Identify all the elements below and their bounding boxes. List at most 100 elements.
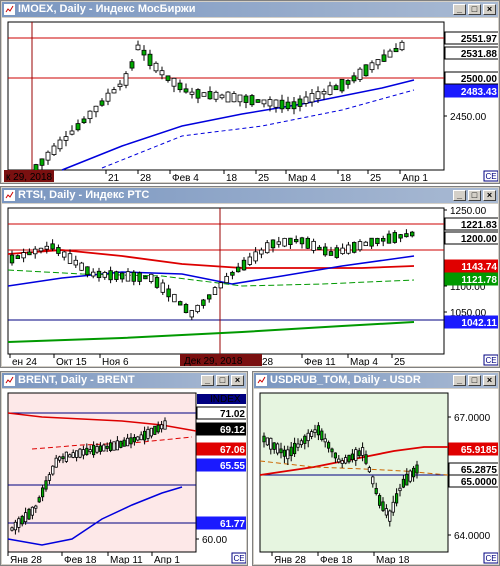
candle (392, 232, 397, 243)
imoex-close-button[interactable]: × (483, 4, 496, 15)
candle (350, 453, 354, 460)
candle (213, 91, 219, 100)
chart-window-icon (256, 375, 267, 386)
usdrub-date-label: Янв 28 (274, 555, 306, 564)
imoex-minimize-button[interactable]: _ (453, 4, 466, 15)
brent-maximize-button[interactable]: □ (216, 375, 229, 386)
usdrub-close-button[interactable]: × (483, 375, 496, 386)
imoex-chart[interactable]: 21 28 Фев 4 18 25 Мар 4 18 25 Апр 1 к 29, 2018 245… (2, 18, 498, 182)
candle (346, 244, 351, 254)
candle (264, 242, 270, 254)
candle (159, 70, 165, 76)
usdrub-maximize-button[interactable]: □ (468, 375, 481, 386)
candle (78, 448, 82, 458)
brent-chart[interactable]: Янв 28 Фев 18 Мар 11 Апр 1 INDEX 60.00 71.02 69… (2, 389, 246, 564)
candle (129, 61, 135, 69)
candle (321, 91, 327, 95)
imoex-date-label: 28 (140, 173, 152, 182)
candle (114, 271, 119, 280)
candle (305, 237, 310, 249)
imoex-chart-canvas[interactable]: 21 28 Фев 4 18 25 Мар 4 18 25 Апр 1 к 29, 2018 245… (2, 18, 498, 182)
candle (92, 444, 96, 456)
candle (374, 488, 378, 494)
candle (299, 237, 305, 245)
rtsi-chart[interactable]: ен 24 Окт 15 Ноя 6 28 Фев 11 Мар 4 25 Дек 29, 2… (2, 204, 498, 366)
candle (361, 447, 365, 456)
candle (171, 77, 177, 87)
candle (160, 282, 165, 293)
rtsi-price-label: 1042.11 (461, 318, 497, 329)
candle (327, 442, 331, 449)
candle (398, 487, 402, 492)
candle (81, 118, 87, 124)
candle (253, 251, 258, 262)
candle (27, 251, 32, 256)
imoex-price-label: 2531.88 (461, 49, 498, 60)
candle (337, 458, 341, 463)
candle (375, 59, 381, 66)
candle (81, 449, 85, 456)
rtsi-chart-canvas[interactable]: ен 24 Окт 15 Ноя 6 28 Фев 11 Мар 4 25 Дек 29, 2… (2, 204, 498, 366)
candle (99, 100, 105, 106)
candle (148, 273, 154, 282)
candle (207, 91, 213, 100)
candle (405, 473, 409, 486)
candle (30, 506, 35, 516)
usdrub-minimize-button[interactable]: _ (453, 375, 466, 386)
imoex-date-label: 25 (258, 173, 270, 182)
candle (61, 456, 65, 460)
candle (68, 454, 72, 458)
rtsi-minimize-button[interactable]: _ (453, 190, 466, 201)
rtsi-titlebar[interactable]: RTSI, Daily - Индекс РТС _ □ × (2, 188, 498, 203)
candle (273, 99, 279, 108)
candle (117, 83, 123, 88)
rtsi-date-label: Окт 15 (56, 357, 87, 366)
usdrub-chart[interactable]: Янв 28 Фев 18 Мар 18 67.0000 64.0000 65.9185 6… (254, 389, 498, 564)
brent-price-label: 67.06 (220, 445, 245, 456)
candle (270, 239, 276, 249)
candle (165, 75, 171, 81)
brent-minimize-button[interactable]: _ (201, 375, 214, 386)
candle (51, 465, 55, 475)
candle (93, 105, 99, 113)
candle (386, 233, 392, 244)
imoex-date-label: 25 (370, 173, 382, 182)
candle (344, 457, 348, 464)
candle (285, 101, 291, 110)
usdrub-titlebar[interactable]: USDRUB_TOM, Daily - USDR _ □ × (254, 373, 498, 388)
rtsi-maximize-button[interactable]: □ (468, 190, 481, 201)
candle (408, 470, 412, 482)
brent-chart-canvas[interactable]: Янв 28 Фев 18 Мар 11 Апр 1 INDEX 60.00 71.02 69… (2, 389, 246, 564)
brent-titlebar[interactable]: BRENT, Daily - BRENT _ □ × (2, 373, 246, 388)
candle (237, 94, 243, 103)
usdrub-chart-canvas[interactable]: Янв 28 Фев 18 Мар 18 67.0000 64.0000 65.9185 6… (254, 389, 498, 564)
candle (95, 446, 99, 453)
imoex-titlebar[interactable]: IMOEX, Daily - Индекс МосБиржи _ □ × (2, 2, 498, 17)
candle (85, 447, 89, 456)
brent-close-button[interactable]: × (231, 375, 244, 386)
imoex-maximize-button[interactable]: □ (468, 4, 481, 15)
imoex-window[interactable]: IMOEX, Daily - Индекс МосБиржи _ □ × 21 2… (0, 0, 500, 184)
candle (96, 270, 102, 279)
candle (73, 259, 78, 266)
rtsi-date-label: Фев 11 (304, 357, 336, 366)
usdrub-window[interactable]: USDRUB_TOM, Daily - USDR _ □ × Янв 28 Фев… (252, 371, 500, 566)
rtsi-window[interactable]: RTSI, Daily - Индекс РТС _ □ × ен 24 Окт … (0, 186, 500, 368)
candle (272, 442, 276, 450)
candle (409, 231, 415, 237)
rtsi-price-label: 1121.78 (461, 275, 497, 286)
candle (388, 510, 392, 522)
candle (364, 454, 368, 464)
rtsi-date-label: 28 (262, 357, 274, 366)
candle (27, 508, 31, 520)
candle (279, 99, 285, 110)
candle (265, 437, 269, 446)
brent-window[interactable]: BRENT, Daily - BRENT _ □ × Янв 28 Фев 18 М… (0, 371, 248, 566)
candle (105, 445, 109, 449)
rtsi-close-button[interactable]: × (483, 190, 496, 201)
candle (311, 240, 316, 251)
rtsi-price-tick-label: 1250.00 (450, 206, 487, 217)
candle (399, 41, 405, 51)
candle (351, 242, 357, 253)
brent-date-label: Апр 1 (154, 555, 180, 564)
